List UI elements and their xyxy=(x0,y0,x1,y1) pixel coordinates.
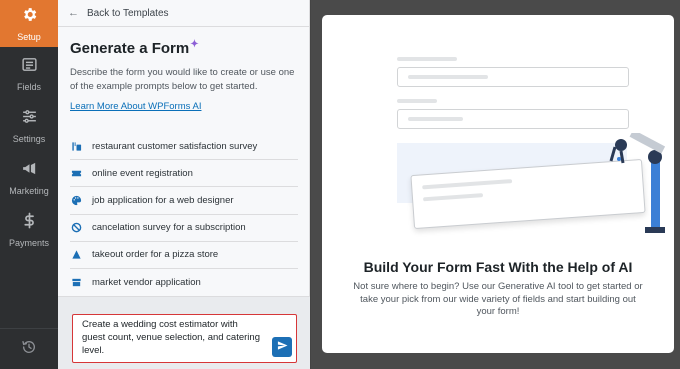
arrow-left-icon: ← xyxy=(68,7,79,19)
prompt-label: online event registration xyxy=(92,167,193,179)
prompt-item[interactable]: cancelation survey for a subscription xyxy=(70,215,298,242)
generate-form-panel: ← Back to Templates Generate a Form✦ Des… xyxy=(58,0,310,369)
ban-icon xyxy=(70,222,82,234)
fields-list-icon xyxy=(21,56,38,78)
prompt-label: market vendor application xyxy=(92,277,201,289)
prompt-item[interactable]: online event registration xyxy=(70,160,298,188)
utensils-icon xyxy=(70,140,82,152)
ticket-icon xyxy=(70,167,82,179)
card-subtitle: Not sure where to begin? Use our Generat… xyxy=(353,281,643,317)
send-icon xyxy=(277,338,288,356)
prompt-input-area: Create a wedding cost estimator with gue… xyxy=(58,296,310,369)
palette-icon xyxy=(70,194,82,206)
panel-description: Describe the form you would like to crea… xyxy=(70,67,295,92)
nav-fields[interactable]: Fields xyxy=(0,50,58,97)
nav-payments[interactable]: Payments xyxy=(0,206,58,253)
nav-marketing[interactable]: Marketing xyxy=(0,154,58,201)
preview-area: Build Your Form Fast With the Help of AI… xyxy=(311,0,680,369)
example-prompts-list: restaurant customer satisfaction survey … xyxy=(70,133,298,296)
nav-payments-label: Payments xyxy=(8,237,50,248)
nav-fields-label: Fields xyxy=(16,81,41,92)
dollar-icon xyxy=(21,212,38,234)
panel-title-text: Generate a Form xyxy=(70,40,190,57)
robot-arm-icon xyxy=(609,133,666,233)
nav-setup[interactable]: Setup xyxy=(0,0,58,47)
prompt-item[interactable]: market vendor application xyxy=(70,269,298,296)
prompt-item[interactable]: job application for a web designer xyxy=(70,187,298,215)
sliders-icon xyxy=(21,108,38,130)
back-to-templates-link[interactable]: ← Back to Templates xyxy=(58,0,310,27)
nav-settings-label: Settings xyxy=(12,133,46,144)
prompt-textarea[interactable]: Create a wedding cost estimator with gue… xyxy=(72,314,297,363)
prompt-label: cancelation survey for a subscription xyxy=(92,222,246,234)
sparkle-icon: ✦ xyxy=(190,39,199,50)
send-button[interactable] xyxy=(272,337,292,357)
revisions-button[interactable] xyxy=(0,328,58,369)
panel-title: Generate a Form✦ xyxy=(70,39,199,57)
pizza-icon xyxy=(70,249,82,261)
megaphone-icon xyxy=(21,160,38,182)
card-title: Build Your Form Fast With the Help of AI xyxy=(363,259,633,275)
prompt-textarea-value: Create a wedding cost estimator with gue… xyxy=(82,319,260,356)
nav-settings[interactable]: Settings xyxy=(0,102,58,149)
prompt-label: takeout order for a pizza store xyxy=(92,249,219,261)
store-icon xyxy=(70,277,82,289)
prompt-item[interactable]: takeout order for a pizza store xyxy=(70,242,298,269)
nav-marketing-label: Marketing xyxy=(9,185,49,196)
prompt-label: job application for a web designer xyxy=(92,194,234,206)
ai-intro-card: Build Your Form Fast With the Help of AI… xyxy=(322,15,674,353)
prompt-item[interactable]: restaurant customer satisfaction survey xyxy=(70,133,298,161)
learn-more-link[interactable]: Learn More About WPForms AI xyxy=(70,101,201,112)
gear-icon xyxy=(21,6,38,28)
history-icon xyxy=(21,339,37,360)
nav-setup-label: Setup xyxy=(17,31,41,42)
back-label: Back to Templates xyxy=(87,7,169,19)
prompt-label: restaurant customer satisfaction survey xyxy=(92,140,258,152)
builder-sidebar: Setup Fields Settings Marketing Payments xyxy=(0,0,58,369)
